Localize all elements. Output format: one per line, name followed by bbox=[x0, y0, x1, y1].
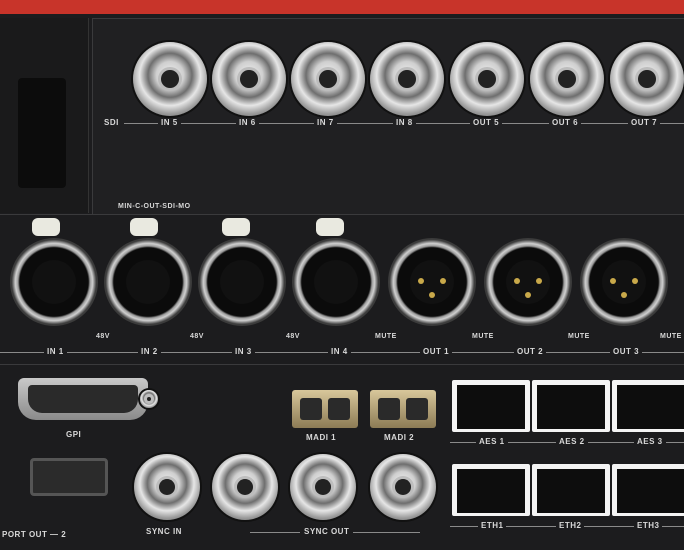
bnc-connector-sdi-in7[interactable] bbox=[291, 42, 365, 116]
gpi-label: GPI bbox=[66, 430, 82, 439]
xlr-socket bbox=[32, 260, 76, 304]
fiber-port-2-label: MADI 2 bbox=[384, 433, 415, 442]
eth-port-1[interactable] bbox=[452, 464, 530, 516]
xlr-pin bbox=[514, 278, 520, 284]
sdi-group-label: SDI bbox=[104, 118, 119, 127]
gpi-dsub-connector[interactable] bbox=[18, 378, 148, 420]
bnc-connector-sdi-in6[interactable] bbox=[212, 42, 286, 116]
mic-in2-label: IN 2 bbox=[138, 347, 161, 356]
fiber-socket bbox=[378, 398, 400, 420]
xlr-pin bbox=[621, 292, 627, 298]
xlr-pin bbox=[418, 278, 424, 284]
phantom-label-3: 48V bbox=[286, 333, 300, 340]
bnc-connector-sdi-out5[interactable] bbox=[450, 42, 524, 116]
rear-panel: SDI IN 5 IN 6 IN 7 IN 8 OUT 5 OUT 6 OUT … bbox=[0, 0, 684, 550]
xlr-input-4[interactable] bbox=[292, 238, 380, 326]
eth-2-label: ETH2 bbox=[556, 521, 585, 530]
sdi-out5-label: OUT 5 bbox=[470, 118, 503, 127]
xlr-socket bbox=[126, 260, 170, 304]
mic-in1-label: IN 1 bbox=[44, 347, 67, 356]
aes-3-label: AES 3 bbox=[634, 437, 666, 446]
port-out-label: PORT OUT — 2 bbox=[2, 530, 67, 539]
out1-label: OUT 1 bbox=[420, 347, 453, 356]
fiber-socket bbox=[328, 398, 350, 420]
xlr-output-2[interactable] bbox=[484, 238, 572, 326]
xlr-latch-2[interactable] bbox=[130, 218, 158, 236]
xlr-output-1[interactable] bbox=[388, 238, 476, 326]
xlr-pin bbox=[525, 292, 531, 298]
xlr-input-2[interactable] bbox=[104, 238, 192, 326]
sdi-out6-label: OUT 6 bbox=[549, 118, 582, 127]
bnc-connector-sdi-out6[interactable] bbox=[530, 42, 604, 116]
mute-label-1: MUTE bbox=[375, 333, 397, 340]
xlr-pin bbox=[536, 278, 542, 284]
xlr-input-1[interactable] bbox=[10, 238, 98, 326]
bnc-connector-sync-out-1[interactable] bbox=[212, 454, 278, 520]
hdmi-port[interactable] bbox=[30, 458, 108, 496]
mic-in4-label: IN 4 bbox=[328, 347, 351, 356]
fiber-port-2[interactable] bbox=[370, 390, 436, 428]
fiber-port-1-label: MADI 1 bbox=[306, 433, 337, 442]
mute-label-2: MUTE bbox=[472, 333, 494, 340]
aes-port-1[interactable] bbox=[452, 380, 530, 432]
red-top-strip bbox=[0, 0, 684, 14]
fiber-socket bbox=[300, 398, 322, 420]
sdi-in7-label: IN 7 bbox=[314, 118, 337, 127]
xlr-pin bbox=[429, 292, 435, 298]
expansion-slot bbox=[18, 78, 66, 188]
aes-port-2[interactable] bbox=[532, 380, 610, 432]
eth-port-3[interactable] bbox=[612, 464, 684, 516]
sdi-out7-label: OUT 7 bbox=[628, 118, 661, 127]
xlr-input-3[interactable] bbox=[198, 238, 286, 326]
bnc-connector-sync-out-3[interactable] bbox=[370, 454, 436, 520]
xlr-pin bbox=[610, 278, 616, 284]
bnc-connector-sdi-in5[interactable] bbox=[133, 42, 207, 116]
bnc-connector-sync-in[interactable] bbox=[134, 454, 200, 520]
sync-out-label: SYNC OUT bbox=[300, 527, 354, 536]
dsub-screw-icon bbox=[140, 390, 158, 408]
xlr-socket bbox=[314, 260, 358, 304]
xlr-pin bbox=[632, 278, 638, 284]
sdi-in8-label: IN 8 bbox=[393, 118, 416, 127]
mic-in3-label: IN 3 bbox=[232, 347, 255, 356]
out3-label: OUT 3 bbox=[610, 347, 643, 356]
mute-label-4: MUTE bbox=[660, 333, 682, 340]
dsub-pin-field bbox=[28, 385, 138, 413]
sdi-in5-label: IN 5 bbox=[158, 118, 181, 127]
bnc-connector-sdi-out7[interactable] bbox=[610, 42, 684, 116]
divider-upper bbox=[0, 214, 684, 215]
out2-label: OUT 2 bbox=[514, 347, 547, 356]
left-module bbox=[0, 18, 89, 213]
eth-1-label: ETH1 bbox=[478, 521, 507, 530]
aes-2-label: AES 2 bbox=[556, 437, 588, 446]
aes-port-3[interactable] bbox=[612, 380, 684, 432]
phantom-label-1: 48V bbox=[96, 333, 110, 340]
xlr-latch-4[interactable] bbox=[316, 218, 344, 236]
sdi-in6-label: IN 6 bbox=[236, 118, 259, 127]
phantom-label-2: 48V bbox=[190, 333, 204, 340]
xlr-output-3[interactable] bbox=[580, 238, 668, 326]
xlr-latch-3[interactable] bbox=[222, 218, 250, 236]
aes-1-label: AES 1 bbox=[476, 437, 508, 446]
xlr-pin bbox=[440, 278, 446, 284]
eth-port-2[interactable] bbox=[532, 464, 610, 516]
divider-middle bbox=[0, 364, 684, 365]
xlr-latch-1[interactable] bbox=[32, 218, 60, 236]
fiber-port-1[interactable] bbox=[292, 390, 358, 428]
bnc-connector-sdi-in8[interactable] bbox=[370, 42, 444, 116]
mute-label-3: MUTE bbox=[568, 333, 590, 340]
sync-in-label: SYNC IN bbox=[146, 527, 182, 536]
bnc-connector-sync-out-2[interactable] bbox=[290, 454, 356, 520]
model-label: MIN-C-OUT-SDI-MO bbox=[118, 203, 191, 210]
xlr-socket bbox=[220, 260, 264, 304]
eth-3-label: ETH3 bbox=[634, 521, 663, 530]
fiber-socket bbox=[406, 398, 428, 420]
